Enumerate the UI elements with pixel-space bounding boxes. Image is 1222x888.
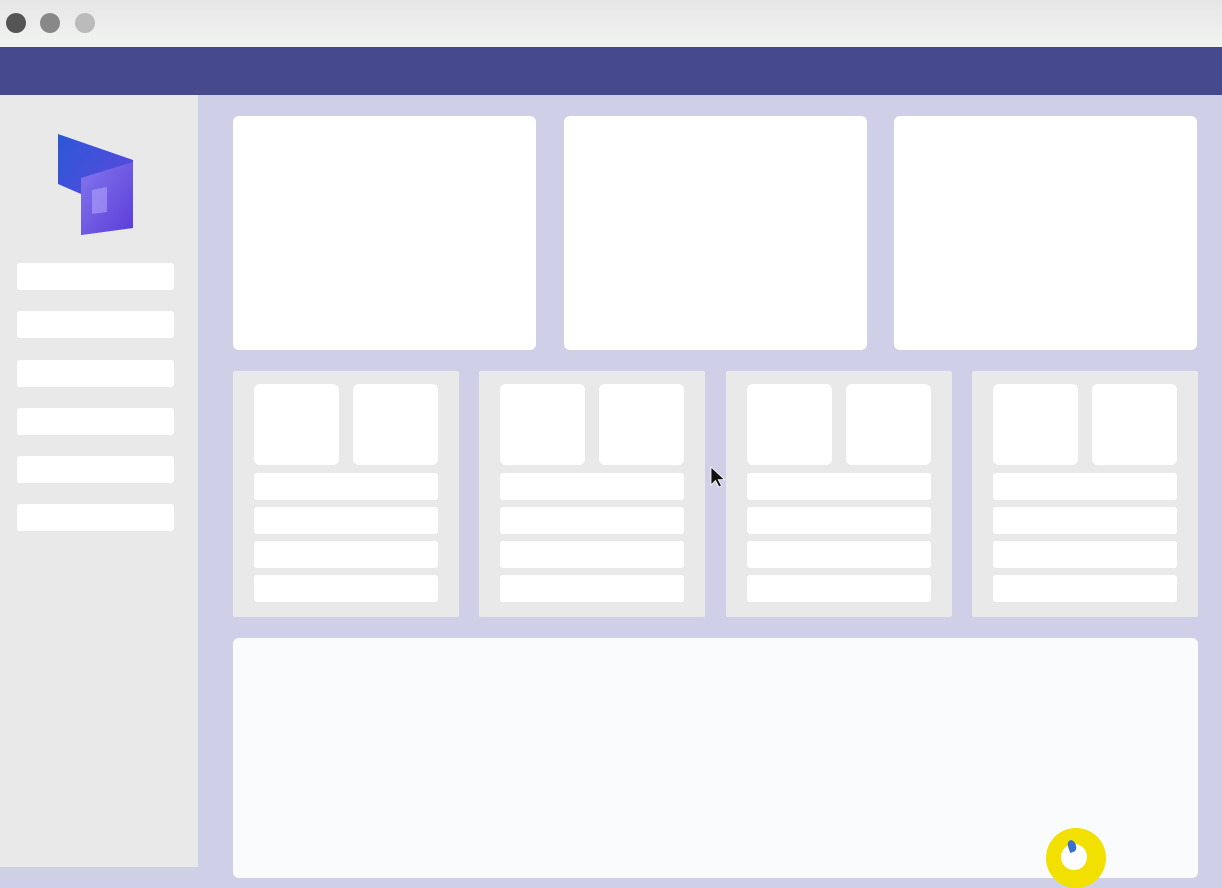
summary-card[interactable]	[233, 371, 459, 617]
list-item[interactable]	[993, 575, 1177, 602]
sidebar-item[interactable]	[17, 456, 174, 483]
list-item[interactable]	[747, 507, 931, 534]
sidebar-item[interactable]	[17, 263, 174, 290]
list-item[interactable]	[500, 575, 684, 602]
sidebar-item[interactable]	[17, 311, 174, 338]
list-item[interactable]	[500, 473, 684, 500]
card-thumbnail	[846, 384, 931, 465]
summary-card[interactable]	[972, 371, 1198, 617]
sidebar	[0, 95, 198, 867]
dashboard-card[interactable]	[894, 116, 1197, 350]
sidebar-item[interactable]	[17, 504, 174, 531]
dynamics-365-logo-icon	[58, 134, 133, 235]
card-thumbnail	[500, 384, 585, 465]
list-item[interactable]	[993, 507, 1177, 534]
list-item[interactable]	[500, 507, 684, 534]
card-thumbnail	[747, 384, 832, 465]
window-maximize-button[interactable]	[75, 13, 95, 33]
sidebar-item[interactable]	[17, 408, 174, 435]
card-thumbnail	[993, 384, 1078, 465]
card-thumbnail	[353, 384, 438, 465]
list-item[interactable]	[500, 541, 684, 568]
sidebar-item[interactable]	[17, 360, 174, 387]
dashboard-card[interactable]	[564, 116, 867, 350]
click-indicator-icon	[1046, 828, 1106, 888]
list-item[interactable]	[747, 541, 931, 568]
mouse-pointer-icon	[710, 466, 726, 488]
list-item[interactable]	[747, 473, 931, 500]
list-item[interactable]	[254, 507, 438, 534]
summary-card[interactable]	[726, 371, 952, 617]
list-item[interactable]	[254, 473, 438, 500]
summary-card[interactable]	[479, 371, 705, 617]
window-minimize-button[interactable]	[40, 13, 60, 33]
card-thumbnail	[599, 384, 684, 465]
app-header-bar	[0, 47, 1222, 95]
list-item[interactable]	[993, 473, 1177, 500]
list-item[interactable]	[254, 541, 438, 568]
window-close-button[interactable]	[6, 13, 26, 33]
list-item[interactable]	[993, 541, 1177, 568]
list-item[interactable]	[747, 575, 931, 602]
dashboard-card[interactable]	[233, 116, 536, 350]
list-item[interactable]	[254, 575, 438, 602]
card-thumbnail	[254, 384, 339, 465]
window-titlebar	[0, 0, 1222, 47]
card-thumbnail	[1092, 384, 1177, 465]
